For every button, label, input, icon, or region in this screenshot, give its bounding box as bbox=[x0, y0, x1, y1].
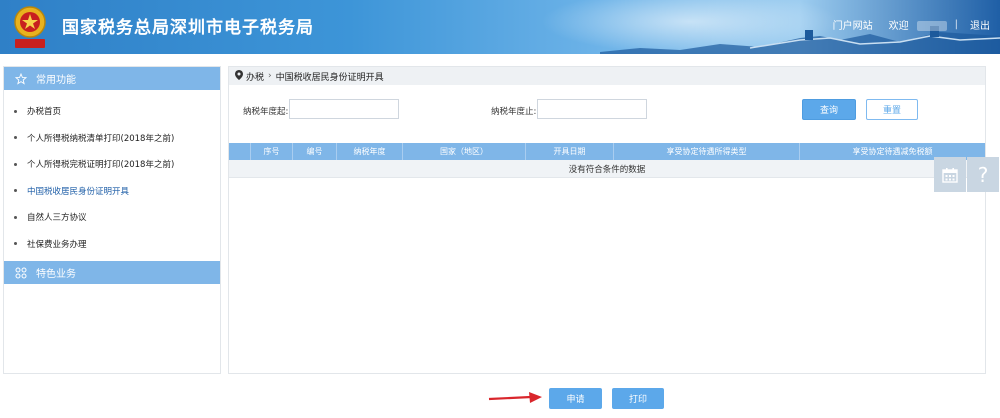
sidebar-item-tax-home[interactable]: 办税首页 bbox=[4, 98, 220, 125]
bullet bbox=[14, 242, 17, 246]
help-button[interactable]: ? bbox=[967, 157, 999, 192]
divider: | bbox=[954, 19, 958, 30]
portal-link[interactable]: 门户网站 bbox=[833, 17, 873, 32]
bullet bbox=[14, 189, 17, 193]
sidebar-item-label: 个人所得税纳税清单打印(2018年之前) bbox=[27, 133, 175, 144]
sidebar-item-tripartite-agreement[interactable]: 自然人三方协议 bbox=[4, 204, 220, 231]
table-header: 序号 编号 纳税年度 国家（地区） 开具日期 享受协定待遇所得类型 享受协定待遇… bbox=[229, 143, 985, 160]
star-icon bbox=[14, 72, 28, 86]
table-empty-row: 没有符合条件的数据 bbox=[229, 160, 985, 178]
sidebar-item-label: 社保费业务办理 bbox=[27, 239, 87, 250]
chevron-right-icon: › bbox=[268, 71, 272, 81]
red-arrow-annotation bbox=[488, 392, 542, 403]
sidebar-item-tax-certificate-print[interactable]: 个人所得税完税证明打印(2018年之前) bbox=[4, 151, 220, 178]
sidebar-special-title: 特色业务 bbox=[36, 269, 76, 280]
table-header-blank bbox=[229, 143, 251, 160]
breadcrumb-current: 中国税收居民身份证明开具 bbox=[275, 72, 384, 83]
sidebar-common-title: 常用功能 bbox=[36, 75, 76, 86]
sidebar-item-label: 自然人三方协议 bbox=[27, 213, 87, 224]
site-title: 国家税务总局深圳市电子税务局 bbox=[62, 18, 314, 38]
col-header-issue-date: 开具日期 bbox=[526, 143, 614, 160]
location-pin-icon bbox=[235, 69, 243, 83]
bullet bbox=[14, 215, 17, 219]
main-panel: 办税 › 中国税收居民身份证明开具 纳税年度起: 纳税年度止: 查询 重置 序号… bbox=[228, 66, 986, 374]
year-to-label: 纳税年度止: bbox=[491, 107, 537, 117]
col-header-tax-year: 纳税年度 bbox=[337, 143, 403, 160]
logout-link[interactable]: 退出 bbox=[970, 17, 990, 32]
floating-tools: ? bbox=[934, 157, 1000, 192]
welcome-text: 欢迎 bbox=[881, 17, 947, 32]
help-icon: ? bbox=[977, 162, 989, 187]
filter-bar: 纳税年度起: 纳税年度止: 查询 重置 bbox=[229, 99, 985, 121]
sidebar-special-header[interactable]: 特色业务 bbox=[4, 261, 220, 284]
top-links: 门户网站 欢迎 | 退出 bbox=[825, 17, 990, 32]
col-header-number: 编号 bbox=[293, 143, 337, 160]
username-redacted bbox=[916, 21, 947, 31]
sidebar-item-label: 个人所得税完税证明打印(2018年之前) bbox=[27, 160, 175, 171]
welcome-label: 欢迎 bbox=[888, 21, 909, 32]
sidebar-common-header[interactable]: 常用功能 bbox=[4, 67, 220, 90]
col-header-index: 序号 bbox=[251, 143, 293, 160]
site-header: 国家税务总局深圳市电子税务局 门户网站 欢迎 | 退出 bbox=[0, 0, 1000, 54]
grid-icon bbox=[14, 266, 28, 280]
col-header-country: 国家（地区） bbox=[403, 143, 526, 160]
year-from-input[interactable] bbox=[289, 99, 399, 119]
sidebar-item-tax-list-print[interactable]: 个人所得税纳税清单打印(2018年之前) bbox=[4, 125, 220, 152]
bullet bbox=[14, 136, 17, 140]
calendar-button[interactable] bbox=[934, 157, 966, 192]
reset-button[interactable]: 重置 bbox=[866, 99, 918, 120]
sidebar-item-label: 中国税收居民身份证明开具 bbox=[27, 186, 130, 197]
year-to-input[interactable] bbox=[537, 99, 647, 119]
sidebar-item-social-insurance[interactable]: 社保费业务办理 bbox=[4, 231, 220, 258]
bullet bbox=[14, 162, 17, 166]
breadcrumb: 办税 › 中国税收居民身份证明开具 bbox=[229, 67, 985, 85]
col-header-income-type: 享受协定待遇所得类型 bbox=[614, 143, 800, 160]
query-button[interactable]: 查询 bbox=[802, 99, 856, 120]
sidebar-menu: 办税首页 个人所得税纳税清单打印(2018年之前) 个人所得税完税证明打印(20… bbox=[4, 90, 220, 257]
year-from-label: 纳税年度起: bbox=[243, 107, 289, 117]
tax-emblem-icon bbox=[14, 6, 46, 48]
sidebar: 常用功能 办税首页 个人所得税纳税清单打印(2018年之前) 个人所得税完税证明… bbox=[3, 66, 221, 374]
sidebar-item-label: 办税首页 bbox=[27, 107, 62, 118]
apply-button[interactable]: 申请 bbox=[549, 388, 602, 409]
sidebar-item-residency-certificate[interactable]: 中国税收居民身份证明开具 bbox=[4, 178, 220, 205]
calendar-icon bbox=[942, 167, 958, 183]
print-button[interactable]: 打印 bbox=[612, 388, 664, 409]
bullet bbox=[14, 109, 17, 113]
breadcrumb-root[interactable]: 办税 bbox=[246, 70, 264, 83]
